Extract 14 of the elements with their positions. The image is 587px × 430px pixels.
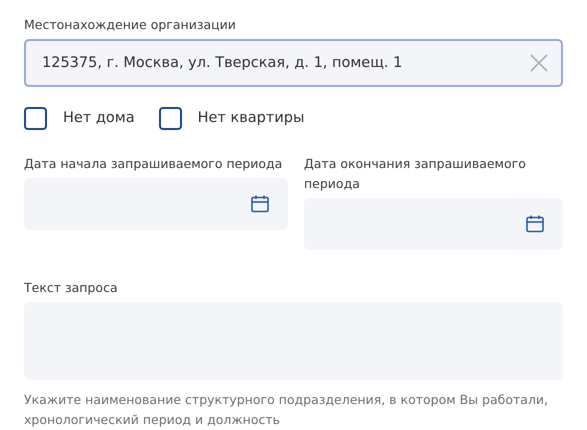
calendar-icon[interactable] bbox=[250, 194, 270, 214]
date-field[interactable] bbox=[24, 178, 288, 230]
date-field[interactable] bbox=[304, 198, 563, 250]
checkbox[interactable] bbox=[158, 107, 182, 130]
checkbox-label: Нет квартиры bbox=[198, 108, 304, 128]
field-label: Дата окончания запрашиваемого периода bbox=[304, 155, 527, 193]
field-label: Дата начала запрашиваемого периода bbox=[24, 155, 284, 173]
calendar-icon[interactable] bbox=[525, 214, 545, 234]
checkbox[interactable] bbox=[24, 107, 47, 130]
field-label: Местонахождение организации bbox=[24, 16, 237, 34]
checkbox-label: Нет дома bbox=[63, 108, 135, 128]
hint-text: Укажите наименование структурного подразделения, в котором Вы работали, хронологический период и должность bbox=[24, 391, 550, 429]
address-field[interactable]: 125375, г. Москва, ул. Тверская, д. 1, помещ. 1 bbox=[24, 39, 563, 87]
field-label: Текст запроса bbox=[24, 279, 119, 297]
